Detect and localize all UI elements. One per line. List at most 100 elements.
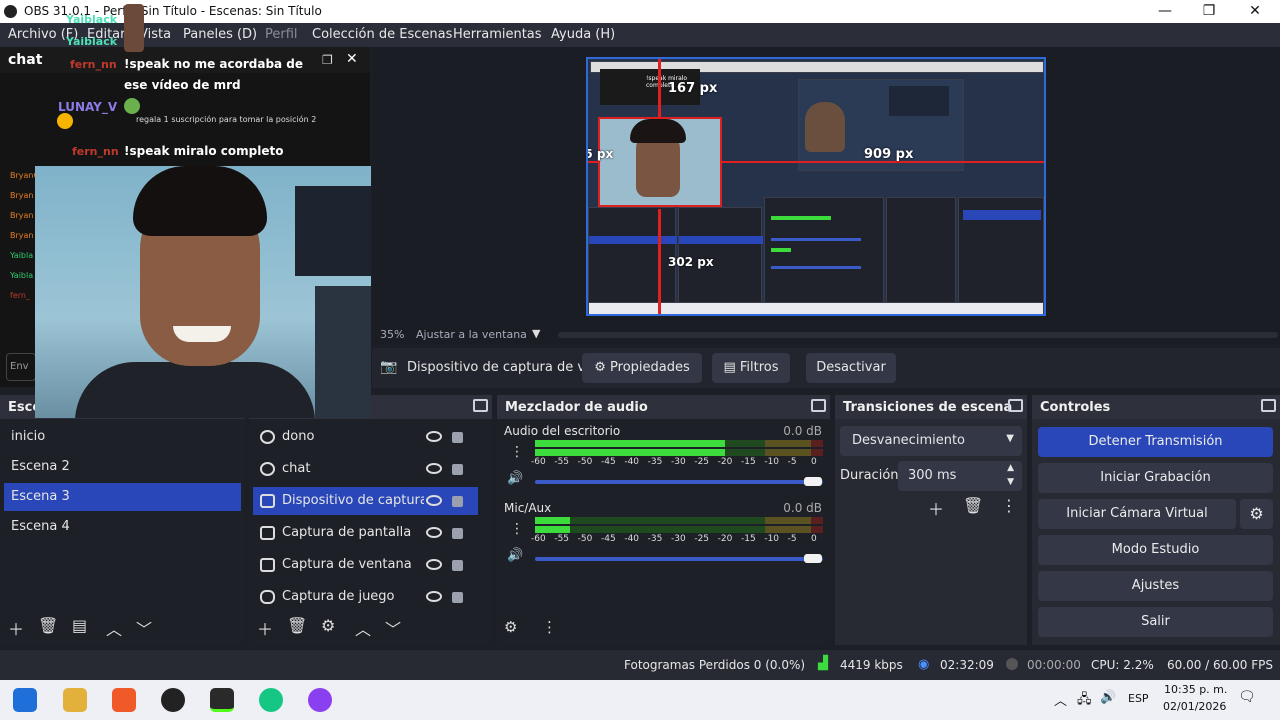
eye-icon[interactable] [426,431,442,442]
gear-icon[interactable]: ⚙ [504,618,517,636]
deactivate-button[interactable]: Desactivar [806,353,896,383]
chevron-down-icon[interactable]: ▼ [1007,477,1014,487]
scene-item[interactable]: Escena 4 [4,513,241,541]
add-icon[interactable]: ＋ [928,496,944,520]
chevron-up-icon[interactable]: ︿ [355,616,371,640]
obs-app-icon[interactable] [161,688,185,712]
chevron-up-icon[interactable]: ︿ [106,616,122,640]
clock-time[interactable]: 10:35 p. m. [1164,683,1227,696]
record-time: 00:00:00 [1027,658,1081,672]
chat-input[interactable]: Env [6,353,36,381]
transition-select[interactable]: Desvanecimiento ▼ [840,426,1022,456]
speaker-icon[interactable]: 🔊 [1100,690,1116,705]
lock-icon[interactable] [452,464,463,475]
undock-icon[interactable] [1008,399,1023,412]
kebab-menu-icon[interactable]: ⋮ [542,618,557,636]
add-icon[interactable]: ＋ [8,616,24,640]
scene-item[interactable]: Escena 2 [4,453,241,481]
studio-mode-button[interactable]: Modo Estudio [1038,535,1273,565]
menu-perfil[interactable]: Perfil [265,27,298,42]
lock-icon[interactable] [452,528,463,539]
eye-icon[interactable] [426,559,442,570]
add-icon[interactable]: ＋ [257,616,273,640]
kebab-menu-icon[interactable]: ⋮ [1001,496,1017,515]
brave-browser-icon[interactable] [112,688,136,712]
scene-item-selected[interactable]: Escena 3 [4,483,241,511]
undock-icon[interactable] [811,399,826,412]
source-item[interactable]: Captura de juego [253,583,478,611]
speaker-icon[interactable]: 🔊 [507,548,523,563]
undock-icon[interactable] [473,399,488,412]
source-item[interactable]: Captura de ventana [253,551,478,579]
transitions-dock: Transiciones de escena Desvanecimiento ▼… [835,395,1027,645]
kick-app-icon[interactable] [210,688,234,712]
close-window-button[interactable]: ✕ [1232,0,1278,23]
trash-icon[interactable]: 🗑 [287,616,307,635]
volume-slider[interactable] [535,557,823,561]
start-virtual-camera-button[interactable]: Iniciar Cámara Virtual [1038,499,1236,529]
volume-slider-knob[interactable] [804,477,822,486]
undock-icon[interactable]: ❐ [322,53,333,67]
chevron-up-icon[interactable]: ▲ [1007,463,1014,473]
undock-icon[interactable] [1261,399,1276,412]
settings-button[interactable]: Ajustes [1038,571,1273,601]
db-tick-label: -55 [554,457,570,467]
eye-icon[interactable] [426,463,442,474]
menu-ayuda[interactable]: Ayuda (H) [551,27,615,42]
chevron-down-icon[interactable]: ﹀ [385,616,401,640]
chatgpt-icon[interactable] [259,688,283,712]
volume-slider-knob[interactable] [804,554,822,563]
kebab-menu-icon[interactable]: ⋮ [510,444,524,460]
notification-icon[interactable]: 🗨 [1238,689,1256,705]
source-item[interactable]: Captura de pantalla [253,519,478,547]
eye-icon[interactable] [426,527,442,538]
lock-icon[interactable] [452,560,463,571]
file-explorer-icon[interactable] [63,688,87,712]
gear-icon[interactable]: ⚙ [321,616,335,635]
stop-stream-button[interactable]: Detener Transmisión [1038,427,1273,457]
lock-icon[interactable] [452,432,463,443]
close-icon[interactable]: ✕ [346,51,358,67]
gear-icon[interactable]: ⚙ [1240,499,1273,529]
channel-db: 0.0 dB [783,501,822,515]
eye-icon[interactable] [426,591,442,602]
source-item[interactable]: dono [253,423,478,451]
maximize-button[interactable]: ❐ [1186,0,1232,23]
speaker-icon[interactable]: 🔊 [507,471,523,486]
minimize-button[interactable]: — [1142,0,1188,23]
lock-icon[interactable] [452,496,463,507]
selection-box[interactable] [598,117,722,207]
filters-button[interactable]: ▤ Filtros [712,353,790,383]
eye-icon[interactable] [426,495,442,506]
duration-input[interactable]: 300 ms ▲ ▼ [898,461,1022,491]
volume-slider[interactable] [535,480,823,484]
preview-scrollbar[interactable] [558,332,1278,338]
menu-coleccion-escenas[interactable]: Colección de Escenas [312,27,452,42]
network-icon[interactable]: 🖧 [1077,690,1092,712]
clock-date[interactable]: 02/01/2026 [1163,700,1226,713]
language-indicator[interactable]: ESP [1128,692,1149,705]
source-item-selected[interactable]: Dispositivo de captura de video [253,487,478,515]
start-recording-button[interactable]: Iniciar Grabación [1038,463,1273,493]
fit-mode-label[interactable]: Ajustar a la ventana [416,328,527,341]
trash-icon[interactable]: 🗑 [38,616,58,635]
kebab-menu-icon[interactable]: ⋮ [510,521,524,537]
filter-icon[interactable]: ▤ [72,616,87,635]
chevron-up-icon[interactable]: ︿ [1054,690,1067,709]
properties-button[interactable]: ⚙ Propiedades [582,353,702,383]
scene-item[interactable]: inicio [4,423,241,451]
preview-canvas[interactable]: !speak miralo completo 167 px 35 px 909 … [586,57,1046,316]
chevron-down-icon[interactable]: ▼ [532,327,540,340]
source-toolbar: 📷 Dispositivo de captura de v ⚙ Propieda… [372,348,1280,388]
menu-paneles[interactable]: Paneles (D) [183,27,257,42]
discord-icon[interactable] [308,688,332,712]
windows-start-icon[interactable] [13,688,37,712]
source-item[interactable]: chat [253,455,478,483]
trash-icon[interactable]: 🗑 [963,496,983,515]
menu-herramientas[interactable]: Herramientas [453,27,542,42]
lock-icon[interactable] [452,592,463,603]
db-tick-label: -30 [671,457,686,467]
chevron-down-icon[interactable]: ﹀ [136,616,152,640]
exit-button[interactable]: Salir [1038,607,1273,637]
selected-source-name: Dispositivo de captura de v [407,360,586,375]
